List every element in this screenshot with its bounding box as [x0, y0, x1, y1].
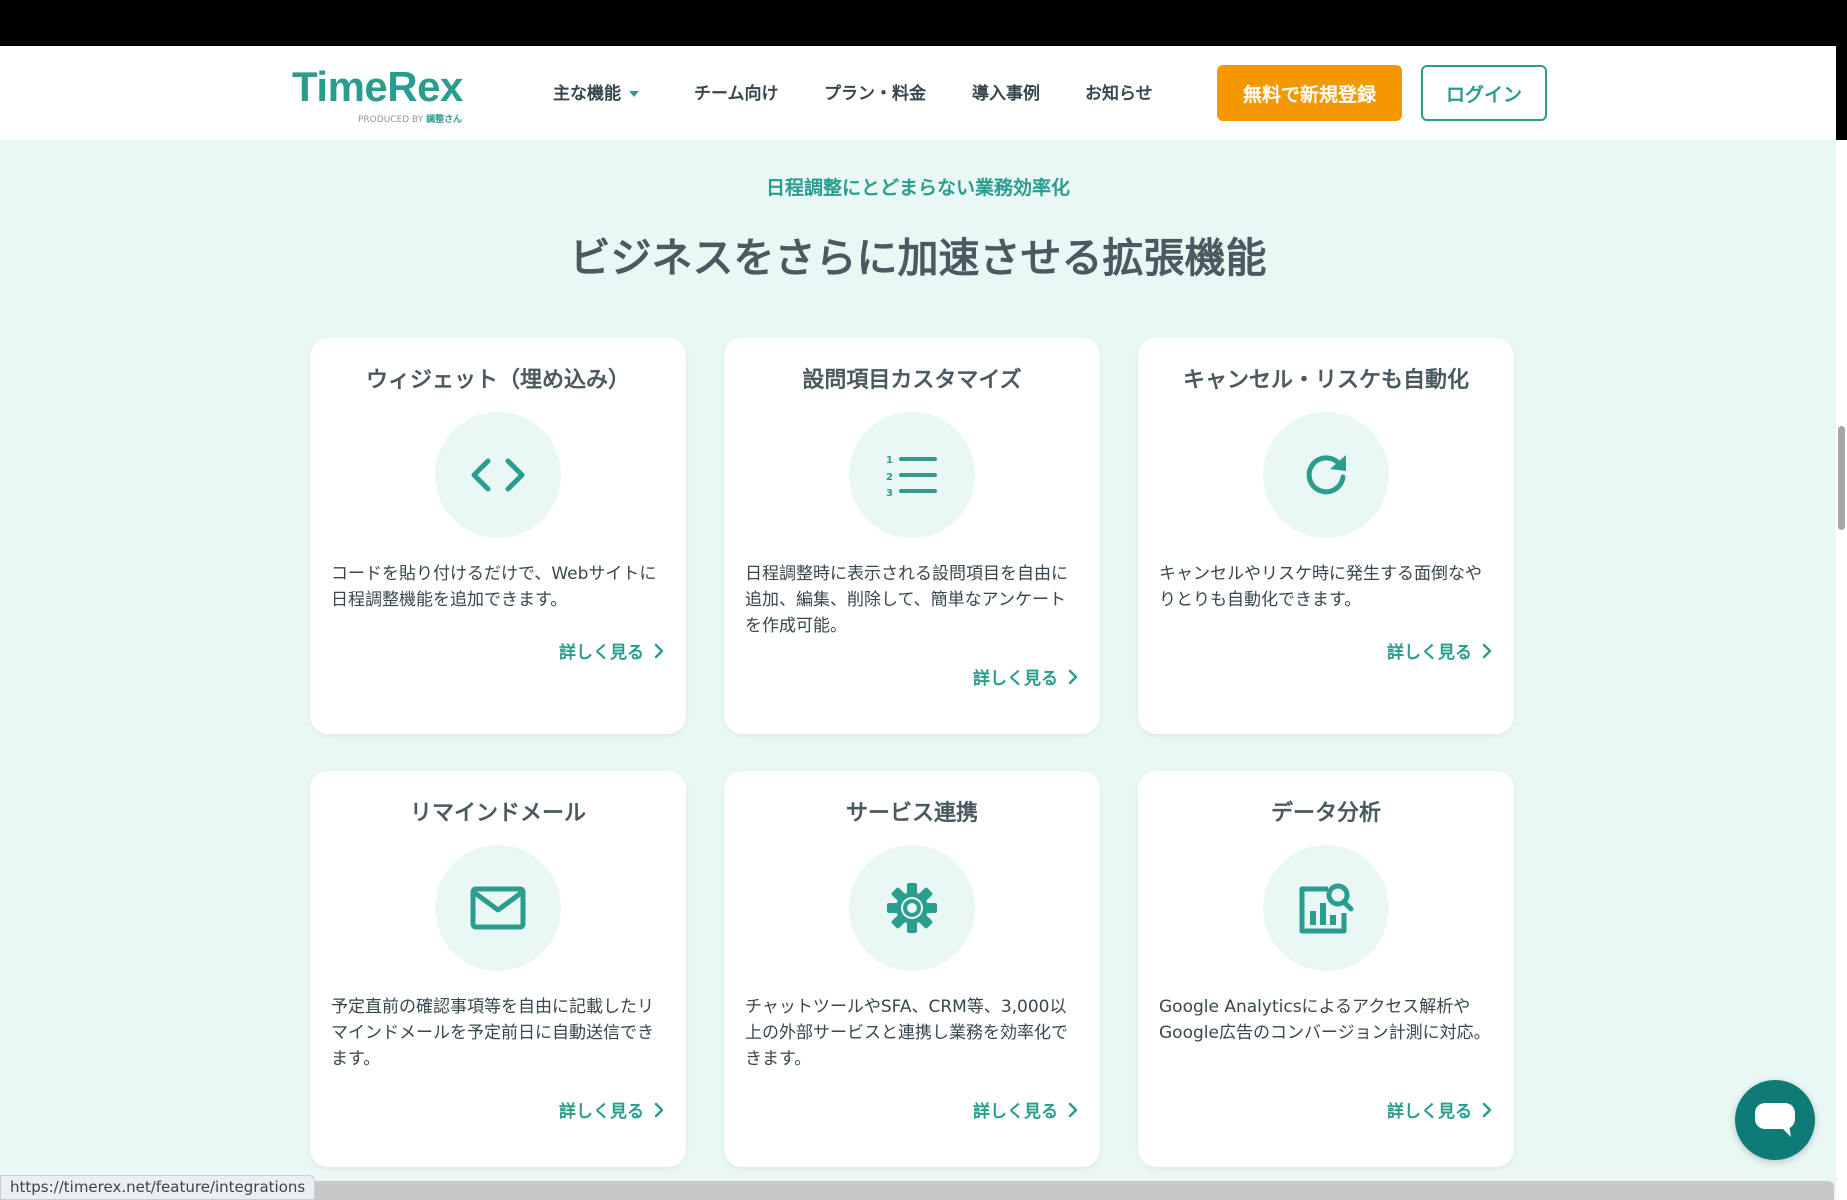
site-header: TimeRex PRODUCED BY 調整さん 主な機能 チーム向け プラン・…: [0, 46, 1836, 140]
card-title: データ分析: [1270, 801, 1381, 826]
code-icon: [435, 412, 561, 538]
card-title: 設問項目カスタマイズ: [802, 368, 1022, 393]
card-more-link[interactable]: 詳しく見る: [973, 1097, 1078, 1122]
card-title: ウィジェット（埋め込み）: [365, 368, 630, 393]
vertical-scrollbar[interactable]: [1836, 140, 1847, 1200]
card-description: 日程調整時に表示される設問項目を自由に追加、編集、削除して、簡単なアンケートを作…: [745, 564, 1068, 636]
card-title: リマインドメール: [409, 801, 586, 826]
chevron-right-icon: [654, 1102, 664, 1117]
card-description: 予定直前の確認事項等を自由に記載したリマインドメールを予定前日に自動送信できます…: [331, 997, 654, 1069]
extensions-section: 日程調整にとどまらない業務効率化 ビジネスをさらに加速させる拡張機能 ウィジェッ…: [0, 140, 1836, 1200]
gear-icon: [849, 845, 975, 971]
signup-button[interactable]: 無料で新規登録: [1217, 65, 1402, 121]
chat-bubble-icon: [1755, 1103, 1795, 1137]
card-more-link[interactable]: 詳しく見る: [1387, 638, 1492, 663]
card-more-link[interactable]: 詳しく見る: [1387, 1097, 1492, 1122]
feature-card-custom-questions: 設問項目カスタマイズ 1 2 3 日程調整時に表示される設問項目を自由に追加、編集、…: [724, 338, 1100, 734]
numbered-list-icon: 1 2 3: [849, 412, 975, 538]
nav-item-teams[interactable]: チーム向け: [694, 82, 779, 106]
svg-text:1: 1: [886, 455, 893, 466]
status-bar-url: https://timerex.net/feature/integrations: [0, 1175, 316, 1200]
card-more-link[interactable]: 詳しく見る: [973, 664, 1078, 689]
chevron-right-icon: [1482, 643, 1492, 658]
nav-item-news[interactable]: お知らせ: [1085, 82, 1153, 106]
card-title: キャンセル・リスケも自動化: [1182, 368, 1469, 393]
logo-subtext: PRODUCED BY 調整さん: [358, 115, 463, 125]
vertical-scrollbar-thumb[interactable]: [1838, 426, 1845, 530]
timerex-logo[interactable]: TimeRex PRODUCED BY 調整さん: [292, 63, 463, 126]
mail-icon: [435, 845, 561, 971]
horizontal-scrollbar[interactable]: [288, 1181, 1834, 1200]
nav-item-pricing[interactable]: プラン・料金: [824, 82, 926, 106]
svg-text:2: 2: [886, 472, 893, 483]
nav-item-case-studies[interactable]: 導入事例: [972, 82, 1040, 106]
section-eyebrow: 日程調整にとどまらない業務効率化: [765, 177, 1070, 199]
feature-card-widget: ウィジェット（埋め込み） コードを貼り付けるだけで、Webサイトに日程調整機能を…: [310, 338, 686, 734]
chevron-down-icon: [629, 91, 639, 97]
feature-card-integrations: サービス連携 チャットツールやSFA、CRM等、3,000以上の外部サービスと連…: [724, 771, 1100, 1167]
feature-card-reminder: リマインドメール 予定直前の確認事項等を自由に記載したリマインドメールを予定前日…: [310, 771, 686, 1167]
card-description: キャンセルやリスケ時に発生する面倒なやりとりも自動化できます。: [1159, 564, 1482, 610]
browser-top-bar: [0, 0, 1847, 46]
nav-item-features[interactable]: 主な機能: [553, 82, 639, 106]
chevron-right-icon: [1068, 1102, 1078, 1117]
svg-text:3: 3: [886, 488, 893, 497]
chevron-right-icon: [1068, 669, 1078, 684]
card-description: Google Analyticsによるアクセス解析やGoogle広告のコンバージ…: [1159, 997, 1491, 1043]
chevron-right-icon: [654, 643, 664, 658]
analytics-icon: [1263, 845, 1389, 971]
card-description: コードを貼り付けるだけで、Webサイトに日程調整機能を追加できます。: [331, 564, 657, 610]
card-description: チャットツールやSFA、CRM等、3,000以上の外部サービスと連携し業務を効率…: [745, 997, 1068, 1069]
card-more-link[interactable]: 詳しく見る: [559, 638, 664, 663]
refresh-icon: [1263, 412, 1389, 538]
feature-card-analytics: データ分析 Google Analyticsによるアクセス解析やGoogle広告…: [1138, 771, 1514, 1167]
logo-text: TimeRex: [292, 63, 463, 110]
login-button[interactable]: ログイン: [1421, 65, 1547, 121]
section-headline: ビジネスをさらに加速させる拡張機能: [569, 234, 1267, 282]
chevron-right-icon: [1482, 1102, 1492, 1117]
feature-card-auto-cancel: キャンセル・リスケも自動化 キャンセルやリスケ時に発生する面倒なやりとりも自動化…: [1138, 338, 1514, 734]
card-title: サービス連携: [845, 801, 978, 826]
card-more-link[interactable]: 詳しく見る: [559, 1097, 664, 1122]
chat-widget-button[interactable]: [1735, 1080, 1815, 1160]
